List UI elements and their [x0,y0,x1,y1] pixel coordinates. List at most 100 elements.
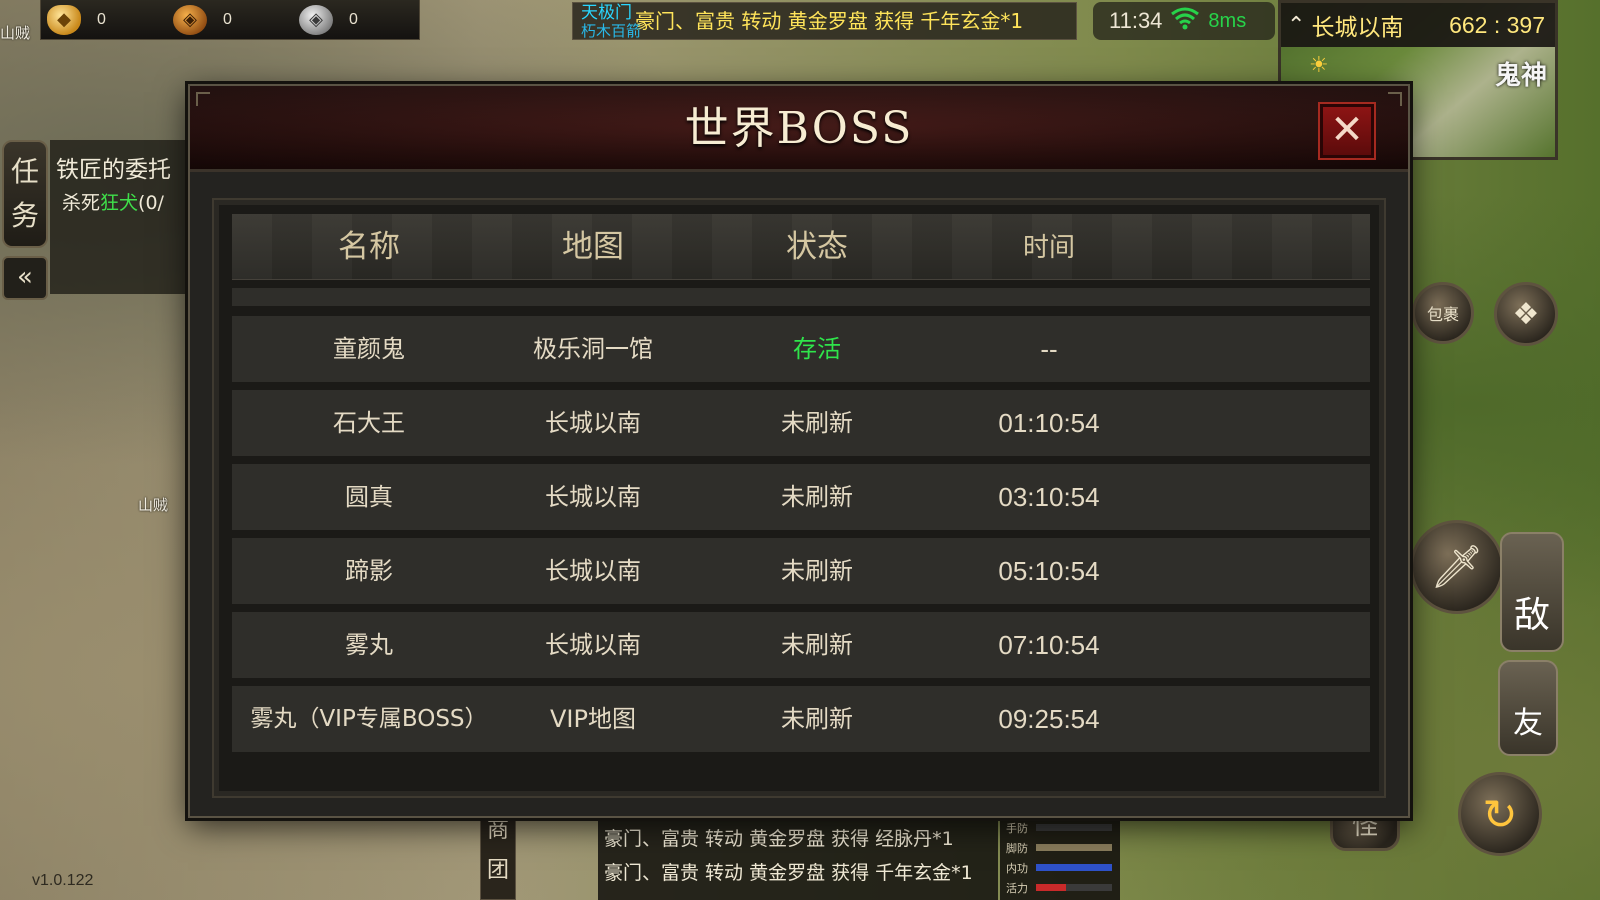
broadcast-guild-tag: 天极门 [581,3,632,23]
boss-status: 未刷新 [781,483,853,511]
boss-time: 05:10:54 [998,556,1100,586]
corner-ornament [1388,92,1402,106]
column-header-map: 地图 [562,229,624,265]
gold-value: 0 [97,10,106,28]
guild-button[interactable]: 商 团 [480,810,516,900]
boss-map: 长城以南 [545,409,641,437]
ping-value: 8ms [1208,9,1247,32]
corner-ornament [196,92,210,106]
quest-tab[interactable]: 任 务 [2,140,48,248]
diamond-menu-icon[interactable]: ❖ [1494,282,1558,346]
npc-label-bandit: 山贼 [138,496,169,514]
boss-name: 雾丸（VIP专属BOSS） [250,706,488,732]
resource-silver[interactable]: ◈ 0 [293,4,419,35]
minimap-location: 长城以南 [1311,15,1404,41]
target-enemy-button[interactable]: 敌 [1500,532,1564,652]
column-header-time: 时间 [1022,232,1075,262]
quest-title: 铁匠的委托 [56,157,171,183]
boss-name: 圆真 [345,483,393,511]
resource-gold[interactable]: ◆ 0 [41,4,167,35]
device-status: 11:34 8ms [1093,2,1275,40]
table-row[interactable]: 圆真 长城以南 未刷新 03:10:54 [232,464,1370,530]
chat-message: 豪门、富贵 转动 黄金罗盘 获得 经脉丹*1 [604,828,954,850]
quest-tab-label-1: 任 [10,155,39,188]
boss-map: 长城以南 [545,557,641,585]
boss-status: 存活 [793,335,841,363]
boss-name: 童颜鬼 [333,335,405,363]
quest-objective-target: 狂犬 [100,192,139,214]
table-row[interactable]: 石大王 长城以南 未刷新 01:10:54 [232,390,1370,456]
enemy-label: 敌 [1513,595,1550,636]
boss-map: 极乐洞一馆 [533,335,653,363]
dialog-title: 世界BOSS [684,103,914,154]
quest-tracker[interactable]: 铁匠的委托 杀死狂犬(0/ [50,140,190,294]
sun-icon: ☀ [1309,53,1329,78]
chat-message: 豪门、富贵 转动 黄金罗盘 获得 千年玄金*1 [604,862,973,884]
copper-coin-icon: ◈ [173,4,207,35]
chat-box[interactable]: 豪门、富贵 转动 黄金罗盘 获得 经脉丹*1 豪门、富贵 转动 黄金罗盘 获得 … [598,820,998,900]
copper-value: 0 [223,10,232,28]
resource-bar: ◆ 0 ◈ 0 ◈ 0 [40,0,420,40]
npc-label-bandit-top: 山贼 [0,24,31,42]
bag-label: 包裹 [1426,305,1459,324]
gold-ingot-icon: ◆ [47,4,81,35]
switch-target-icon[interactable]: ↻ [1458,772,1542,856]
version-label: v1.0.122 [32,872,94,889]
minimap-npc-label: 鬼神 [1494,61,1547,91]
resource-copper[interactable]: ◈ 0 [167,4,293,35]
boss-time: 03:10:54 [998,482,1100,512]
column-header-name: 名称 [338,229,400,265]
friend-label: 友 [1513,706,1543,741]
boss-map: VIP地图 [550,705,636,733]
sword-icon[interactable]: 🗡 [1410,520,1504,614]
table-row[interactable]: 雾丸（VIP专属BOSS） VIP地图 未刷新 09:25:54 [232,686,1370,752]
boss-status: 未刷新 [781,557,853,585]
boss-name: 雾丸 [345,631,393,659]
boss-time: 09:25:54 [998,704,1100,734]
boss-status: 未刷新 [781,705,853,733]
bag-button[interactable]: 包裹 [1412,282,1474,344]
table-header: 名称 地图 状态 时间 [232,214,1370,280]
vital-bar [1036,884,1112,891]
table-row[interactable]: 童颜鬼 极乐洞一馆 存活 -- [232,316,1370,382]
broadcast-text: 豪门、富贵 转动 黄金罗盘 获得 千年玄金*1 [635,9,1024,33]
clock-time: 11:34 [1109,8,1163,33]
table-row-partial [232,288,1370,306]
boss-status: 未刷新 [781,409,853,437]
vital-label: 活力 [1006,882,1028,895]
vital-bar [1036,864,1112,871]
boss-name: 石大王 [333,409,405,437]
boss-table: 名称 地图 状态 时间 童颜鬼 极乐洞一馆 存活 -- 石大王 长城以南 未刷新… [212,198,1386,798]
close-icon[interactable]: ✕ [1318,102,1376,160]
wifi-icon [1170,6,1200,36]
column-header-status: 状态 [786,229,848,265]
vital-label: 脚防 [1006,842,1028,855]
world-boss-dialog: 世界BOSS ✕ 名称 地图 状态 时间 童颜鬼 极乐洞一馆 存活 -- 石大王… [188,84,1410,818]
dialog-header: 世界BOSS ✕ [190,86,1408,172]
expand-up-icon[interactable]: ⌃ [1287,13,1305,38]
vital-bar [1036,844,1112,851]
target-friend-button[interactable]: 友 [1498,660,1558,756]
guild-label-2: 团 [486,858,509,883]
boss-time: 07:10:54 [998,630,1100,660]
quest-objective-prefix: 杀死 [62,192,101,214]
table-row[interactable]: 雾丸 长城以南 未刷新 07:10:54 [232,612,1370,678]
silver-value: 0 [349,10,358,28]
boss-map: 长城以南 [545,631,641,659]
quest-objective: 杀死狂犬(0/ [62,188,164,215]
vital-bar [1036,824,1112,831]
boss-time: -- [1040,334,1058,364]
broadcast-player-tag: 朽木百箭 [581,22,642,40]
system-broadcast: 天极门 朽木百箭 豪门、富贵 转动 黄金罗盘 获得 千年玄金*1 [572,2,1077,40]
collapse-left-icon[interactable]: « [2,256,48,300]
boss-name: 蹄影 [345,557,393,585]
table-row[interactable]: 蹄影 长城以南 未刷新 05:10:54 [232,538,1370,604]
boss-status: 未刷新 [781,631,853,659]
boss-map: 长城以南 [545,483,641,511]
vital-label: 内功 [1006,862,1028,875]
minimap-coords: 662 : 397 [1449,11,1545,38]
quest-tab-label-2: 务 [10,199,39,232]
quest-objective-progress: (0/ [138,192,164,214]
silver-coin-icon: ◈ [299,4,333,35]
boss-time: 01:10:54 [998,408,1100,438]
